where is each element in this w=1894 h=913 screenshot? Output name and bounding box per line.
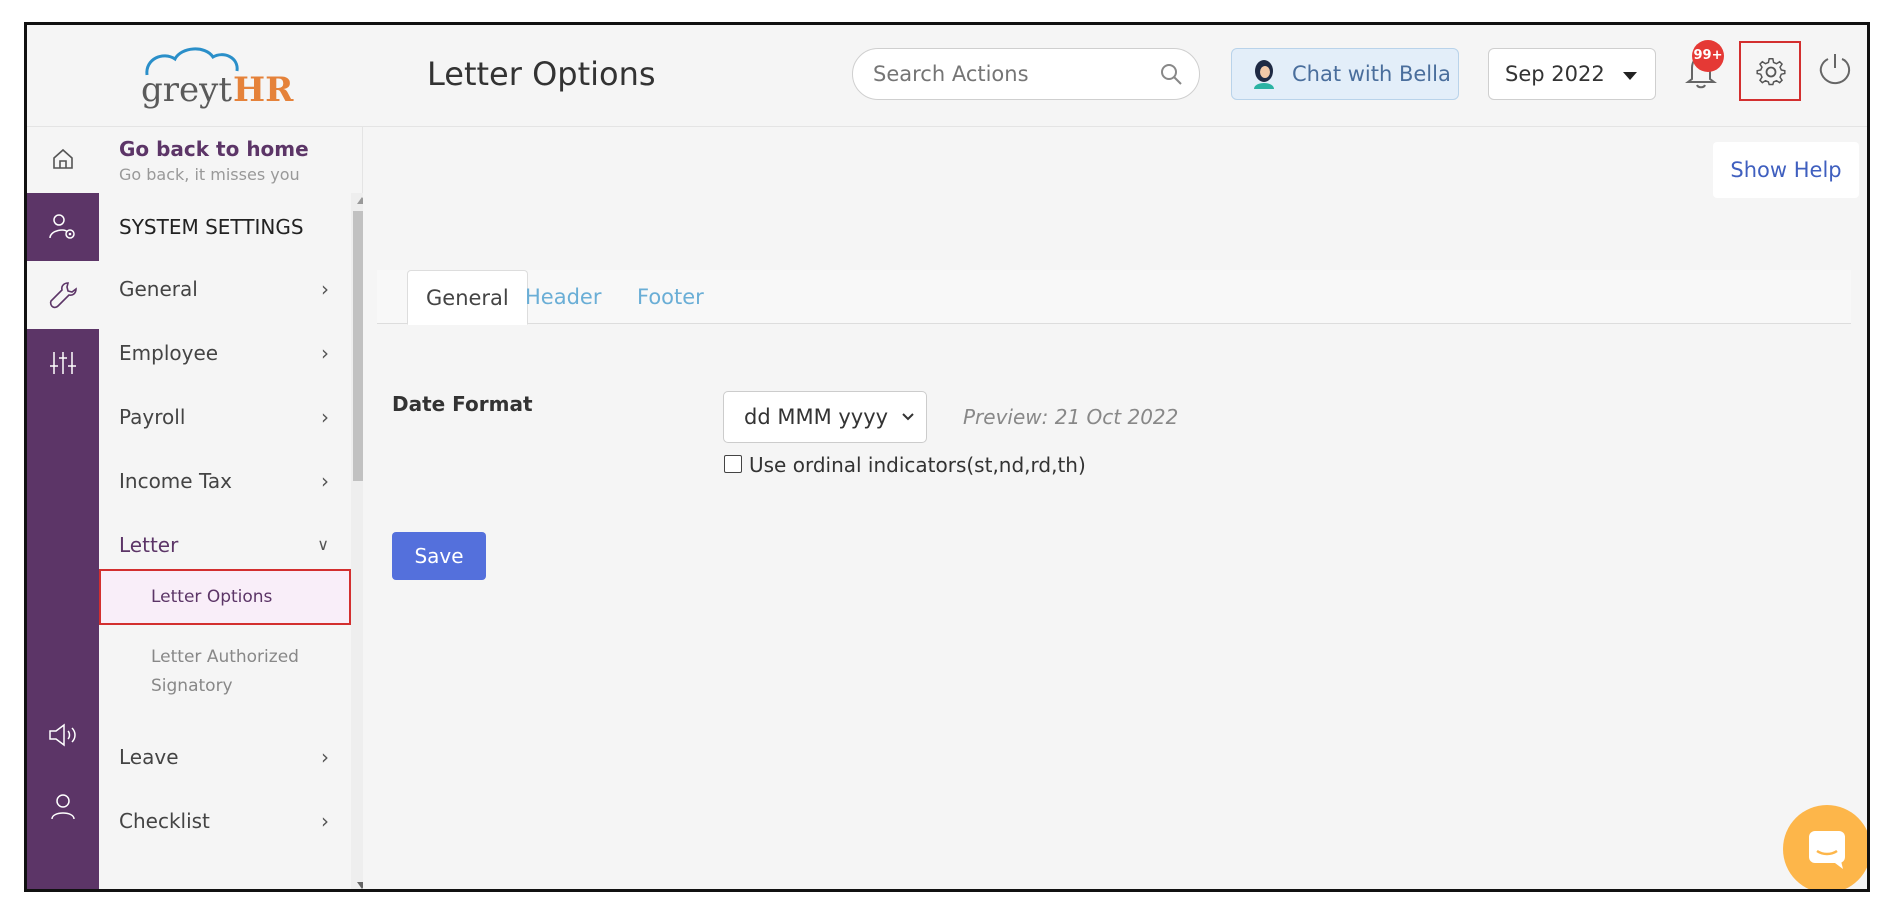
date-format-value: dd MMM yyyy — [744, 405, 889, 429]
chevron-right-icon: › — [321, 405, 329, 429]
gear-icon — [1756, 58, 1786, 86]
svg-text:HR: HR — [233, 70, 294, 110]
page-title: Letter Options — [427, 55, 656, 93]
chevron-right-icon: › — [321, 745, 329, 769]
show-help-button[interactable]: Show Help — [1713, 142, 1859, 198]
tab-footer[interactable]: Footer — [619, 270, 722, 324]
sidebar-item-general[interactable]: General › — [119, 277, 329, 301]
chevron-right-icon: › — [321, 277, 329, 301]
rail-system-settings[interactable] — [27, 261, 99, 329]
go-back-title: Go back to home — [119, 137, 309, 161]
svg-text:greyt: greyt — [141, 70, 232, 110]
sidebar-subitem-letter-authorized-signatory[interactable]: Letter Authorized Signatory — [151, 643, 341, 701]
chat-with-bella-button[interactable]: Chat with Bella — [1231, 48, 1459, 100]
chevron-right-icon: › — [321, 809, 329, 833]
main-content: Show Help General Header Footer Date For… — [363, 127, 1867, 889]
sidebar-item-payroll[interactable]: Payroll › — [119, 405, 329, 429]
rail-announcements[interactable] — [27, 701, 99, 769]
tab-bar: General Header Footer — [377, 270, 1851, 325]
date-preview-text: Preview: 21 Oct 2022 — [963, 405, 1179, 429]
rail-user-settings[interactable] — [27, 193, 99, 261]
chat-with-bella-label: Chat with Bella — [1292, 62, 1451, 86]
save-button[interactable]: Save — [392, 532, 486, 580]
user-icon — [51, 794, 75, 820]
search-box[interactable] — [852, 48, 1200, 100]
date-format-label: Date Format — [392, 392, 533, 416]
search-input[interactable] — [873, 59, 1153, 89]
sidebar-subitem-letter-options[interactable]: Letter Options — [99, 569, 351, 625]
go-back-home-link[interactable]: Go back to home Go back, it misses you — [119, 137, 309, 184]
sliders-icon — [50, 352, 76, 374]
ordinal-indicators-label[interactable]: Use ordinal indicators(st,nd,rd,th) — [749, 453, 1086, 477]
rail-home[interactable] — [27, 127, 99, 193]
home-icon — [53, 148, 73, 169]
sidebar-item-employee[interactable]: Employee › — [119, 341, 329, 365]
chevron-down-icon — [902, 413, 914, 421]
go-back-subtitle: Go back, it misses you — [119, 165, 300, 184]
greythr-logo[interactable]: greyt HR — [127, 43, 307, 113]
megaphone-icon — [49, 723, 76, 747]
bella-avatar-icon — [1254, 60, 1274, 89]
chevron-right-icon: › — [321, 469, 329, 493]
notification-badge: 99+ — [1692, 40, 1724, 72]
settings-button[interactable] — [1739, 41, 1801, 101]
rail-profile[interactable] — [27, 773, 99, 841]
month-select[interactable]: Sep 2022 — [1488, 48, 1656, 100]
month-value: Sep 2022 — [1505, 62, 1605, 86]
settings-sidebar: Go back to home Go back, it misses you S… — [99, 127, 373, 889]
search-icon[interactable] — [1159, 62, 1183, 86]
chevron-down-icon: ∨ — [317, 535, 329, 554]
chat-launcher-button[interactable] — [1783, 805, 1867, 889]
rail-configuration[interactable] — [27, 329, 99, 397]
tab-header[interactable]: Header — [507, 270, 619, 324]
chat-bubble-icon — [1809, 831, 1845, 869]
sidebar-item-leave[interactable]: Leave › — [119, 745, 329, 769]
settings-nav-list: SYSTEM SETTINGS General › Employee › Pay… — [99, 193, 351, 889]
user-settings-icon — [49, 214, 75, 239]
ordinal-indicators-checkbox[interactable] — [724, 455, 742, 473]
wrench-icon — [49, 282, 77, 309]
section-title: SYSTEM SETTINGS — [119, 215, 304, 239]
sidebar-item-letter[interactable]: Letter ∨ — [119, 533, 329, 557]
sidebar-item-income-tax[interactable]: Income Tax › — [119, 469, 329, 493]
chevron-right-icon: › — [321, 341, 329, 365]
date-format-select[interactable]: dd MMM yyyy — [723, 391, 927, 443]
icon-rail — [27, 127, 99, 889]
app-window: greyt HR Letter Options Chat with Bella … — [24, 22, 1870, 892]
caret-down-icon — [1623, 72, 1637, 80]
sidebar-item-checklist[interactable]: Checklist › — [119, 809, 329, 833]
power-icon[interactable] — [1817, 51, 1853, 87]
top-bar: greyt HR Letter Options Chat with Bella … — [27, 25, 1867, 127]
